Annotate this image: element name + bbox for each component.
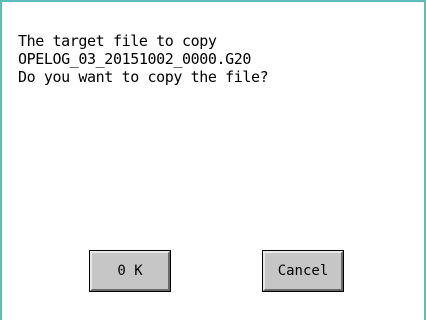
dialog-message: The target file to copy OPELOG_03_201510… [18, 32, 269, 86]
message-line-question: Do you want to copy the file? [18, 68, 269, 86]
message-line-target-file: The target file to copy [18, 32, 217, 50]
copy-confirm-dialog: The target file to copy OPELOG_03_201510… [0, 0, 426, 320]
message-line-filename: OPELOG_03_20151002_0000.G20 [18, 50, 252, 68]
ok-button[interactable]: 0 K [89, 250, 171, 292]
cancel-button[interactable]: Cancel [262, 250, 344, 292]
